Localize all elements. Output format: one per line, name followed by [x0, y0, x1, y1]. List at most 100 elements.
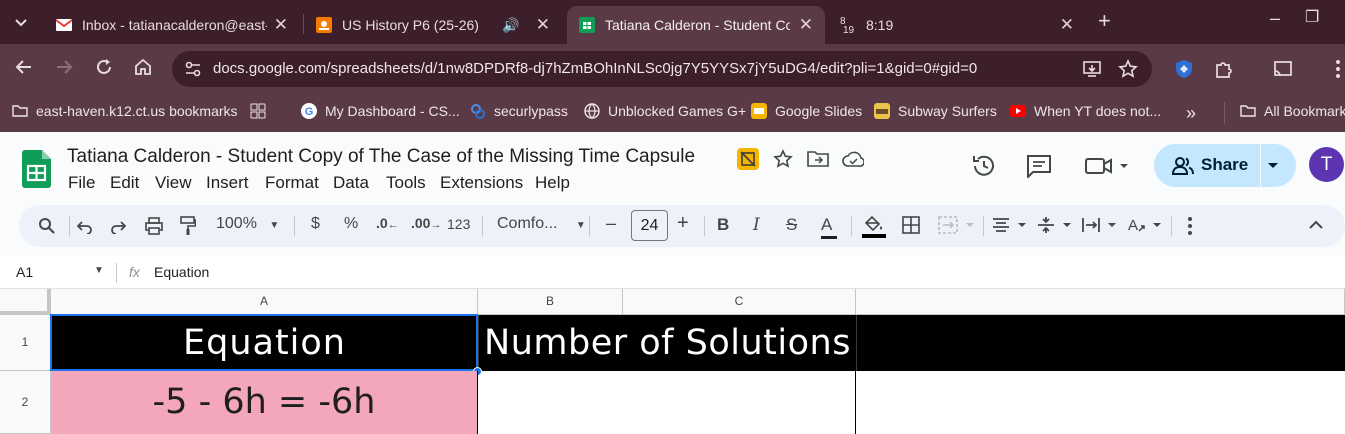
hide-menus-chevron-up-icon[interactable] — [1309, 220, 1323, 230]
bookmark-folder-east-haven[interactable]: east-haven.k12.ct.us bookmarks — [12, 103, 238, 119]
close-tab-icon[interactable]: ✕ — [536, 15, 550, 35]
horizontal-align-button[interactable] — [992, 217, 1028, 233]
vertical-align-button[interactable] — [1037, 216, 1073, 234]
sheets-logo-icon[interactable] — [22, 150, 51, 188]
bookmark-yt[interactable]: When YT does not... — [1010, 103, 1161, 119]
bookmark-subway-surfers[interactable]: Subway Surfers — [874, 103, 997, 119]
tab-calendar[interactable]: 8 19 8:19 ✕ — [828, 6, 1086, 44]
search-menus-icon[interactable] — [38, 217, 56, 235]
bookmark-dashboard[interactable]: G My Dashboard - CS... — [301, 103, 460, 119]
offline-disabled-icon[interactable] — [737, 148, 759, 170]
borders-icon[interactable] — [902, 216, 920, 234]
forward-button[interactable] — [54, 57, 74, 77]
home-button[interactable] — [133, 57, 153, 77]
cell-b1-c1-merged[interactable]: Number of Solutions — [478, 315, 856, 371]
tab-us-history[interactable]: US History P6 (25-26) 🔊 ✕ — [304, 6, 562, 44]
bookmark-star-icon[interactable] — [1118, 59, 1138, 79]
merge-cells-button[interactable] — [938, 216, 978, 234]
version-history-icon[interactable] — [971, 153, 997, 179]
fill-color-button[interactable] — [861, 213, 887, 239]
minimize-window-button[interactable]: – — [1270, 8, 1280, 29]
cell-a1[interactable]: Equation — [51, 315, 478, 371]
menu-help[interactable]: Help — [535, 173, 570, 193]
move-folder-icon[interactable] — [807, 149, 829, 169]
text-color-button[interactable]: A — [821, 215, 837, 239]
menu-tools[interactable]: Tools — [386, 173, 426, 193]
increase-font-size-button[interactable]: + — [677, 212, 689, 235]
font-family-select[interactable]: Comfo... ▼ — [497, 215, 586, 233]
percent-format-button[interactable]: % — [344, 215, 358, 233]
avatar[interactable]: T — [1309, 147, 1344, 182]
security-extension-icon[interactable] — [1173, 58, 1195, 80]
bold-button[interactable]: B — [717, 215, 729, 235]
arrow-left-icon: ← — [387, 219, 399, 231]
star-icon[interactable] — [773, 149, 793, 169]
tab-sheets-active[interactable]: Tatiana Calderon - Student Copy ✕ — [567, 6, 825, 44]
cell-d2[interactable] — [856, 371, 1345, 434]
back-button[interactable] — [14, 57, 34, 77]
reload-button[interactable] — [94, 57, 114, 77]
undo-icon[interactable] — [77, 218, 93, 234]
close-tab-icon[interactable]: ✕ — [1060, 15, 1074, 35]
cell-a2[interactable]: -5 - 6h = -6h — [51, 371, 477, 434]
formula-input[interactable]: Equation — [154, 264, 209, 280]
cast-icon[interactable] — [1272, 58, 1294, 80]
zoom-select[interactable]: 100% ▼ — [216, 215, 279, 233]
tab-search-button[interactable] — [8, 10, 36, 36]
address-bar[interactable]: docs.google.com/spreadsheets/d/1nw8DPDRf… — [172, 51, 1152, 87]
site-info-icon[interactable] — [184, 60, 202, 78]
decrease-decimal-button[interactable]: .0← — [376, 215, 399, 231]
more-formats-button[interactable]: 123 — [447, 216, 470, 232]
share-dropdown-icon[interactable] — [1267, 162, 1279, 170]
cell-b2-c2[interactable] — [477, 371, 856, 434]
cell-d1[interactable] — [856, 315, 1345, 371]
share-button[interactable]: Share — [1154, 144, 1296, 187]
cloud-saved-icon[interactable] — [842, 150, 864, 168]
row-header-2[interactable]: 2 — [0, 371, 51, 434]
text-wrapping-button[interactable] — [1082, 216, 1118, 234]
audio-playing-icon[interactable]: 🔊 — [502, 17, 519, 34]
close-tab-icon[interactable]: ✕ — [799, 15, 813, 35]
font-size-input[interactable]: 24 — [631, 210, 668, 241]
paint-format-icon[interactable] — [180, 216, 196, 236]
menu-edit[interactable]: Edit — [110, 173, 139, 193]
currency-format-button[interactable]: $ — [311, 215, 320, 233]
all-bookmarks-button[interactable]: All Bookmarks — [1240, 103, 1345, 119]
close-tab-icon[interactable]: ✕ — [274, 15, 288, 35]
more-vert-icon[interactable] — [1333, 58, 1343, 80]
menu-insert[interactable]: Insert — [206, 173, 249, 193]
meet-button[interactable] — [1085, 156, 1133, 176]
install-app-icon[interactable] — [1082, 59, 1102, 79]
tab-gmail[interactable]: Inbox - tatianacalderon@east-h ✕ — [44, 6, 300, 44]
more-options-icon[interactable] — [1187, 216, 1193, 236]
print-icon[interactable] — [145, 217, 163, 235]
name-box[interactable]: A1 ▼ — [16, 264, 104, 280]
comments-icon[interactable] — [1026, 154, 1052, 178]
menu-extensions[interactable]: Extensions — [440, 173, 523, 193]
italic-button[interactable]: I — [753, 215, 760, 235]
apps-button[interactable] — [250, 103, 274, 119]
menu-data[interactable]: Data — [333, 173, 369, 193]
more-bookmarks-button[interactable]: » — [1186, 103, 1196, 124]
restore-window-button[interactable]: ❐ — [1305, 7, 1319, 27]
increase-decimal-button[interactable]: .00→ — [411, 215, 441, 231]
new-tab-button[interactable]: + — [1098, 8, 1111, 34]
menu-format[interactable]: Format — [265, 173, 319, 193]
row-header-1[interactable]: 1 — [0, 315, 51, 371]
bookmark-securlypass[interactable]: securlypass — [470, 103, 568, 119]
column-header-empty[interactable] — [856, 289, 1345, 315]
select-all-corner[interactable] — [0, 289, 51, 315]
redo-icon[interactable] — [110, 218, 126, 234]
column-header-c[interactable]: C — [623, 289, 856, 315]
menu-view[interactable]: View — [155, 173, 192, 193]
column-header-a[interactable]: A — [51, 289, 478, 315]
bookmark-google-slides[interactable]: Google Slides — [751, 103, 862, 119]
decrease-font-size-button[interactable]: – — [606, 213, 616, 234]
bookmark-unblocked-games[interactable]: Unblocked Games G+ — [584, 103, 746, 119]
extensions-puzzle-icon[interactable] — [1213, 58, 1235, 80]
document-title[interactable]: Tatiana Calderon - Student Copy of The C… — [67, 146, 695, 168]
column-header-b[interactable]: B — [478, 289, 623, 315]
menu-file[interactable]: File — [68, 173, 95, 193]
text-rotation-button[interactable]: A — [1127, 215, 1163, 235]
strikethrough-button[interactable]: S — [786, 215, 797, 235]
